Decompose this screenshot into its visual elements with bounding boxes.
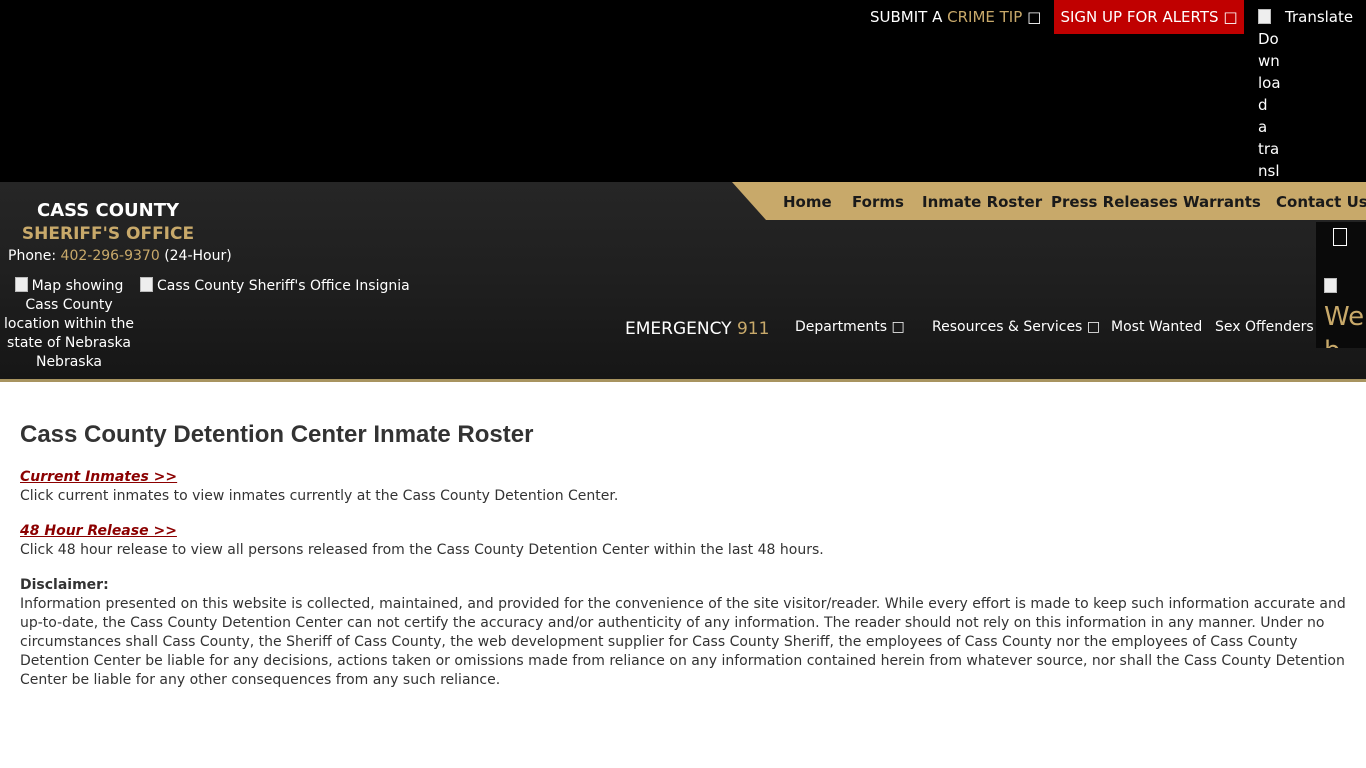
phone-number-link[interactable]: 402-296-9370 — [61, 248, 160, 264]
nav-home[interactable]: Home — [783, 182, 832, 220]
translate-extension-image[interactable]: Download a translation extension for you… — [1258, 6, 1281, 176]
crime-tip-prefix: SUBMIT A — [870, 8, 943, 26]
nav-inmate-roster[interactable]: Inmate Roster — [922, 182, 1042, 220]
current-inmates-link[interactable]: Current Inmates >> — [20, 469, 177, 485]
broken-image-icon — [140, 277, 153, 292]
sign-up-alerts-button[interactable]: SIGN UP FOR ALERTS □ — [1054, 0, 1244, 34]
page-title: Cass County Detention Center Inmate Rost… — [20, 421, 534, 448]
nav-warrants[interactable]: Warrants — [1183, 182, 1261, 220]
disclaimer-section: Disclaimer: Information presented on thi… — [20, 576, 1350, 690]
emergency-label: EMERGENCY — [625, 319, 732, 339]
emergency-911[interactable]: EMERGENCY 911 — [625, 318, 769, 340]
nav-sex-offenders[interactable]: Sex Offenders — [1215, 317, 1314, 337]
release-48-hour-section: 48 Hour Release >> Click 48 hour release… — [20, 522, 1350, 560]
broken-image-icon — [1258, 9, 1271, 24]
nav-resources-services[interactable]: Resources & Services □ — [932, 317, 1100, 337]
dropdown-icon: □ — [1086, 319, 1101, 335]
current-inmates-section: Current Inmates >> Click current inmates… — [20, 468, 1350, 506]
crime-tip-accent: CRIME TIP — [947, 8, 1023, 26]
sheriff-insignia-image: Cass County Sheriff's Office Insignia — [140, 277, 410, 296]
county-map-image: Map showing Cass County location within … — [4, 277, 134, 370]
main-content: Cass County Detention Center Inmate Rost… — [20, 418, 1350, 690]
brand-phone: Phone: 402-296-9370 (24-Hour) — [8, 246, 232, 266]
dropdown-icon: □ — [891, 319, 905, 335]
nav-departments[interactable]: Departments □ — [795, 317, 905, 337]
broken-image-icon — [14, 277, 28, 292]
release-48-hour-link[interactable]: 48 Hour Release >> — [20, 523, 177, 539]
brand-name[interactable]: CASS COUNTY — [8, 200, 208, 222]
phone-note: (24-Hour) — [164, 248, 232, 264]
release-48-hour-description: Click 48 hour release to view all person… — [20, 542, 824, 558]
brand-subtitle[interactable]: SHERIFF'S OFFICE — [8, 223, 208, 245]
nav-contact-us[interactable]: Contact Us — [1276, 182, 1366, 220]
disclaimer-text: Information presented on this website is… — [20, 596, 1346, 688]
web-accessibility-image[interactable]: Web Accessibility — [1324, 266, 1366, 348]
emergency-number: 911 — [736, 319, 770, 339]
external-link-icon: □ — [1223, 8, 1238, 26]
translate-link[interactable]: Translate — [1285, 7, 1353, 27]
header-divider — [0, 379, 1366, 382]
accessibility-widget[interactable]: Web Accessibility — [1316, 222, 1366, 348]
main-navigation: Home Forms Inmate Roster Press Releases … — [732, 182, 1366, 220]
broken-image-icon — [1324, 278, 1337, 293]
phone-label: Phone: — [8, 248, 57, 264]
external-link-icon: □ — [1027, 8, 1042, 26]
alerts-label: SIGN UP FOR ALERTS — [1060, 8, 1219, 26]
nav-forms[interactable]: Forms — [852, 182, 904, 220]
menu-icon[interactable] — [1333, 228, 1347, 246]
disclaimer-title: Disclaimer: — [20, 577, 109, 593]
current-inmates-description: Click current inmates to view inmates cu… — [20, 488, 619, 504]
nav-most-wanted[interactable]: Most Wanted — [1111, 317, 1202, 337]
nav-press-releases[interactable]: Press Releases — [1051, 182, 1178, 220]
submit-crime-tip-link[interactable]: SUBMIT A CRIME TIP □ — [870, 7, 1041, 27]
